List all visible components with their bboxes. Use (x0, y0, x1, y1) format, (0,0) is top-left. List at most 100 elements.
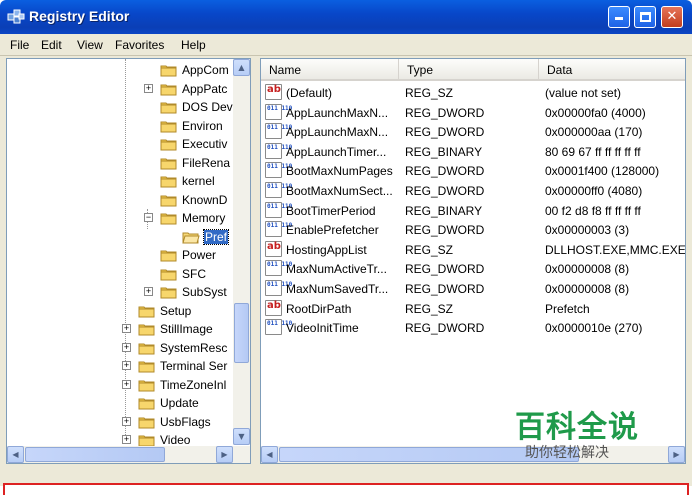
folder-icon (138, 306, 155, 317)
scroll-thumb[interactable] (234, 303, 249, 363)
tree-item[interactable]: AppCom (7, 61, 233, 79)
scroll-down-button[interactable]: ▼ (233, 428, 250, 445)
tree-item[interactable]: SFC (7, 265, 233, 283)
column-header-name[interactable]: Name (261, 59, 399, 81)
binary-value-icon (265, 182, 282, 198)
tree-item[interactable]: KnownD (7, 191, 233, 209)
value-row[interactable]: BootMaxNumSect... REG_DWORD 0x00000ff0 (40… (261, 181, 685, 200)
tree-item[interactable]: Executiv (7, 135, 233, 153)
binary-value-icon (265, 162, 282, 179)
tree-item[interactable]: + AppPatc (7, 80, 233, 98)
tree-item[interactable]: Pref (7, 228, 233, 246)
value-name: BootTimerPeriod (286, 203, 376, 218)
value-row[interactable]: BootMaxNumPages REG_DWORD 0x0001f400 (1280… (261, 161, 685, 180)
value-type: REG_DWORD (405, 164, 485, 179)
value-name: AppLaunchMaxN... (286, 105, 389, 120)
tree-item-label: KnownD (182, 192, 228, 207)
binary-value-icon (265, 280, 282, 296)
value-row[interactable]: MaxNumActiveTr... REG_DWORD 0x00000008 (8) (261, 259, 685, 278)
value-data: 0x00000003 (3) (545, 223, 630, 238)
tree-item[interactable]: Setup (7, 302, 233, 320)
close-button[interactable]: ✕ (661, 6, 683, 28)
minimize-icon (615, 17, 623, 20)
expand-icon[interactable]: + (122, 324, 131, 333)
scroll-left-button[interactable]: ◀ (261, 446, 278, 463)
value-row[interactable]: AppLaunchTimer... REG_BINARY 80 69 67 ff f… (261, 142, 685, 161)
tree-vertical-scrollbar[interactable]: ▲ ▼ (233, 59, 250, 445)
collapse-icon[interactable]: − (144, 213, 153, 222)
tree-item-label: AppCom (182, 63, 229, 77)
maximize-button[interactable] (634, 6, 656, 28)
expand-icon[interactable]: + (122, 416, 131, 426)
tree-item-label: SFC (182, 266, 206, 281)
value-type: REG_DWORD (405, 223, 485, 238)
column-header-type[interactable]: Type (399, 59, 539, 81)
value-row[interactable]: BootTimerPeriod REG_BINARY 00 f2 d8 f8 ff … (261, 201, 685, 220)
expand-icon[interactable]: + (144, 287, 153, 296)
tree-item-label: AppPatc (182, 81, 228, 96)
pane-splitter[interactable] (251, 58, 260, 484)
column-header-data[interactable]: Data (539, 59, 685, 81)
tree-item[interactable]: + UsbFlags (7, 413, 233, 431)
value-row[interactable]: AppLaunchMaxN... REG_DWORD 0x00000fa0 (400… (261, 103, 685, 122)
value-row[interactable]: AppLaunchMaxN... REG_DWORD 0x000000aa (170… (261, 122, 685, 141)
folder-icon (160, 213, 177, 225)
tree-item[interactable]: + Terminal Ser (7, 357, 233, 375)
expand-icon[interactable]: + (122, 379, 131, 389)
scroll-left-button[interactable]: ◀ (7, 446, 24, 463)
tree-item[interactable]: + SubSyst (7, 283, 233, 301)
key-tree-pane[interactable]: AppCom + AppPatc DOS Dev Environ Executiv File… (6, 58, 251, 464)
value-data: 0x0001f400 (128000) (545, 164, 660, 179)
tree-item[interactable]: kernel (7, 172, 233, 190)
value-row[interactable]: HostingAppList REG_SZ DLLHOST.EXE,MMC.EXE,… (261, 240, 685, 259)
scroll-up-button[interactable]: ▲ (233, 59, 250, 76)
tree-item[interactable]: + SystemResc (7, 339, 233, 357)
folder-icon (138, 417, 155, 428)
tree-item-label: Pref (202, 228, 230, 245)
title-bar[interactable]: Registry Editor ✕ (0, 0, 692, 34)
folder-icon (138, 398, 155, 410)
expand-icon[interactable]: + (122, 342, 131, 352)
tree-item-label: SubSyst (182, 285, 227, 299)
value-name: BootMaxNumPages (286, 164, 393, 179)
minimize-button[interactable] (608, 6, 630, 28)
value-row[interactable]: MaxNumSavedTr... REG_DWORD 0x00000008 (8) (261, 279, 685, 298)
tree-item-label: FileRena (182, 155, 231, 170)
tree-item[interactable]: Power (7, 246, 233, 264)
tree-item[interactable]: Update (7, 394, 233, 412)
value-row[interactable]: RootDirPath REG_SZ Prefetch (261, 299, 685, 318)
tree-item[interactable]: DOS Dev (7, 98, 233, 116)
menu-edit[interactable]: Edit (41, 38, 62, 52)
binary-value-icon (265, 201, 282, 218)
tree-item[interactable]: + TimeZoneInl (7, 376, 233, 394)
tree-item[interactable]: Environ (7, 117, 233, 135)
binary-value-icon (265, 142, 282, 159)
expand-icon[interactable]: + (144, 83, 153, 93)
value-row[interactable]: (Default) REG_SZ (value not set) (261, 83, 685, 102)
close-icon: ✕ (666, 9, 678, 24)
folder-icon (160, 121, 177, 132)
tree-item[interactable]: FileRena (7, 154, 233, 172)
registry-editor-icon (7, 9, 25, 24)
menu-view[interactable]: View (77, 38, 103, 52)
menu-file[interactable]: File (10, 38, 29, 52)
h-scroll-thumb[interactable] (25, 447, 165, 462)
value-name: MaxNumSavedTr... (286, 282, 389, 296)
value-row[interactable]: EnablePrefetcher REG_DWORD 0x00000003 (3) (261, 220, 685, 239)
expand-icon[interactable]: + (122, 435, 131, 444)
value-name: AppLaunchMaxN... (286, 125, 389, 140)
menu-favorites[interactable]: Favorites (115, 38, 164, 52)
tree-horizontal-scrollbar[interactable]: ◀ ▶ (7, 446, 250, 463)
expand-icon[interactable]: + (122, 361, 131, 370)
scroll-right-button[interactable]: ▶ (216, 446, 233, 463)
string-value-icon (265, 299, 282, 316)
menu-help[interactable]: Help (181, 38, 206, 52)
binary-value-icon (265, 319, 282, 336)
tree-item[interactable]: + StillImage (7, 320, 233, 338)
tree-item[interactable]: − Memory (7, 209, 233, 227)
tree-item-label: TimeZoneInl (160, 377, 227, 392)
tree-item-label: Update (160, 396, 199, 410)
scroll-right-button[interactable]: ▶ (668, 446, 685, 463)
value-row[interactable]: VideoInitTime REG_DWORD 0x0000010e (270) (261, 318, 685, 337)
folder-icon (160, 102, 177, 114)
